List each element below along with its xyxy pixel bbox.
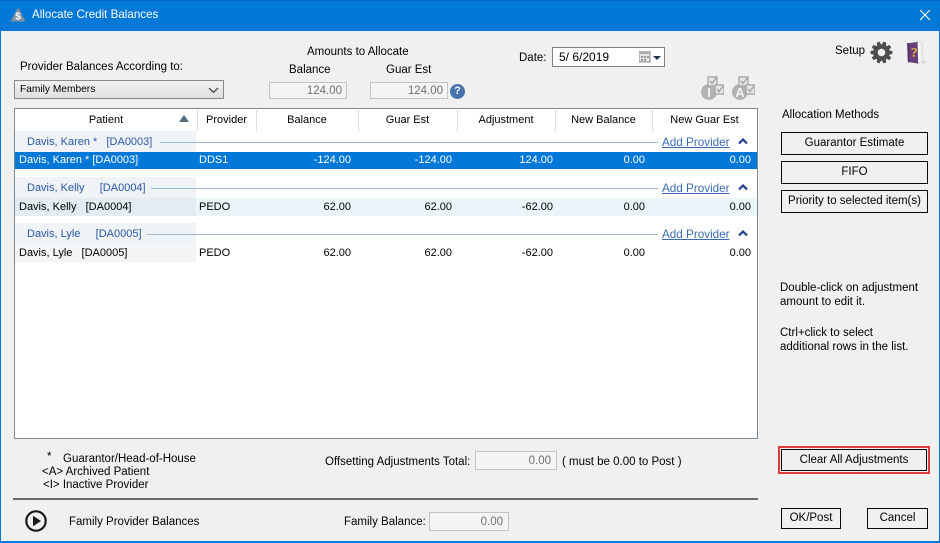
svg-text:?: ? — [911, 45, 918, 60]
svg-text:$: $ — [15, 12, 21, 23]
svg-text:I: I — [707, 85, 711, 100]
svg-text:A: A — [735, 85, 745, 100]
